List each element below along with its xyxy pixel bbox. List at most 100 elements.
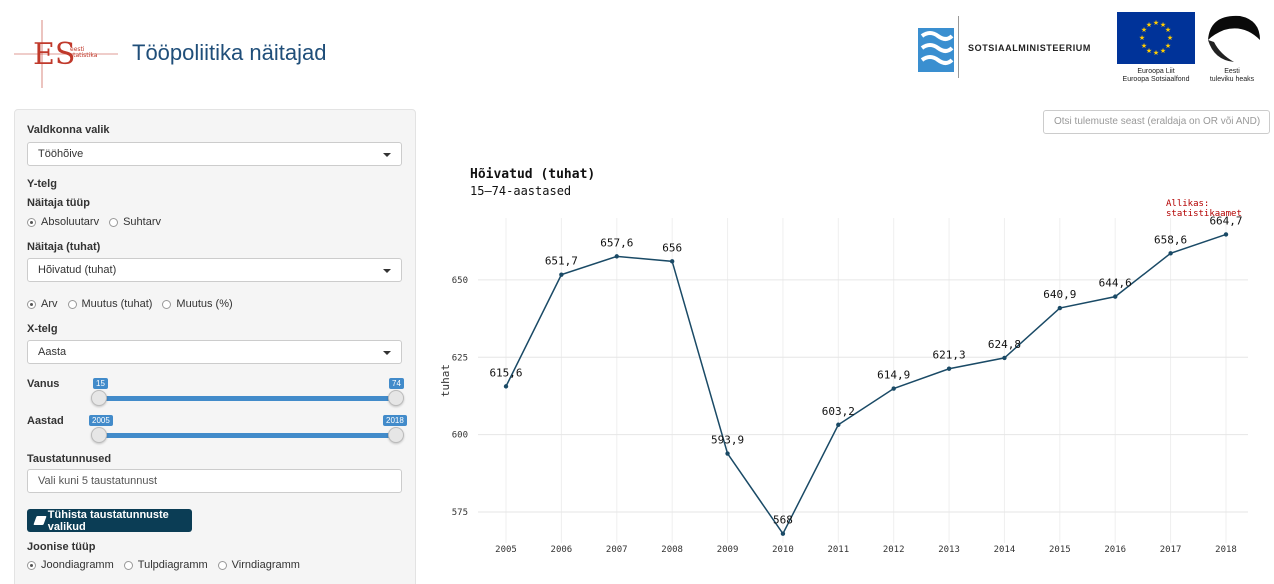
background-input[interactable]: Vali kuni 5 taustatunnust [27, 469, 402, 493]
radio-bar-chart[interactable]: Tulpdiagramm [123, 559, 208, 571]
age-label: Vanus [27, 378, 60, 390]
radio-dot-icon [123, 560, 133, 570]
radio-change-thousand[interactable]: Muutus (tuhat) [67, 298, 153, 310]
svg-text:★: ★ [1146, 21, 1152, 29]
radio-absolute[interactable]: Absoluutarv [27, 216, 99, 228]
radio-line-chart-label: Joondiagramm [41, 559, 114, 571]
eraser-icon [33, 516, 47, 525]
data-point [503, 384, 509, 389]
radio-relative-label: Suhtarv [123, 216, 162, 228]
x-axis-select-value: Aasta [38, 346, 67, 358]
radio-change-thousand-label: Muutus (tuhat) [81, 298, 153, 310]
data-point [1057, 305, 1063, 311]
ee-caption: Eesti tuleviku heaks [1200, 68, 1264, 84]
domain-select[interactable]: Tööhõive [27, 142, 402, 166]
data-label: 644,6 [1099, 277, 1132, 290]
svg-text:★: ★ [1141, 42, 1147, 50]
background-label: Taustatunnused [27, 453, 112, 465]
svg-text:★: ★ [1153, 49, 1159, 57]
years-max-badge: 2018 [383, 415, 407, 426]
y-tick-label: 625 [452, 353, 468, 363]
data-point [614, 254, 619, 259]
indicator-label: Näitaja (tuhat) [27, 241, 101, 253]
age-min-handle[interactable] [91, 390, 107, 406]
clear-background-label: Tühista taustatunnuste valikud [47, 508, 169, 533]
eu-flag-icon: ★ ★ ★ ★ ★ ★ ★ ★ ★ ★ ★ ★ [1117, 12, 1195, 64]
radio-stacked-chart[interactable]: Virndiagramm [217, 559, 300, 571]
x-tick-label: 2009 [717, 545, 739, 555]
data-point [725, 451, 730, 456]
statistics-estonia-logo: ES eesti statistika [14, 20, 118, 88]
eu-caption: Euroopa Liit Euroopa Sotsiaalfond [1110, 68, 1202, 84]
x-axis-select[interactable]: Aasta [27, 340, 402, 364]
clear-background-button[interactable]: Tühista taustatunnuste valikud [27, 508, 192, 533]
data-point [669, 259, 675, 264]
x-tick-label: 2012 [883, 545, 905, 555]
indicator-type-label: Näitaja tüüp [27, 197, 90, 209]
age-max-handle[interactable] [388, 390, 404, 406]
results-search-input[interactable]: Otsi tulemuste seast (eraldaja on OR või… [1043, 110, 1270, 134]
chart-type-label: Joonise tüüp [27, 541, 96, 553]
indicator-type-radios: Absoluutarv Suhtarv [27, 216, 171, 228]
eu-caption-line1: Euroopa Liit [1137, 68, 1175, 75]
radio-change-percent[interactable]: Muutus (%) [162, 298, 233, 310]
data-label: 615,6 [489, 366, 522, 379]
data-point [1168, 251, 1173, 256]
radio-dot-icon [27, 217, 36, 227]
radio-count-label: Arv [41, 298, 58, 310]
ministry-divider [958, 16, 959, 78]
x-tick-label: 2013 [938, 545, 960, 555]
radio-change-percent-label: Muutus (%) [176, 298, 233, 310]
data-point [836, 422, 841, 427]
svg-text:★: ★ [1153, 19, 1159, 27]
x-tick-label: 2010 [772, 545, 794, 555]
radio-count[interactable]: Arv [27, 298, 58, 310]
age-slider-track[interactable] [99, 396, 397, 401]
data-point [891, 386, 896, 391]
chart-title: Hõivatud (tuhat) [470, 167, 596, 182]
radio-dot-icon [162, 299, 172, 309]
measure-radios: Arv Muutus (tuhat) Muutus (%) [27, 298, 243, 310]
svg-text:★: ★ [1160, 47, 1166, 55]
indicator-select[interactable]: Hõivatud (tuhat) [27, 258, 402, 282]
data-label: 651,7 [545, 255, 578, 268]
years-max-handle[interactable] [388, 427, 404, 443]
data-label: 658,6 [1154, 233, 1187, 246]
x-tick-label: 2018 [1215, 545, 1237, 555]
data-label: 614,9 [877, 369, 910, 382]
years-slider-track[interactable] [99, 433, 397, 438]
ministry-name: SOTSIAALMINISTEERIUM [968, 43, 1092, 53]
radio-line-chart[interactable]: Joondiagramm [27, 559, 114, 571]
line-chart: 575 600 625 650 2005 2006 2007 2008 2009 2010 2011… [439, 214, 1248, 555]
svg-text:★: ★ [1165, 26, 1171, 34]
x-tick-label: 2017 [1160, 545, 1182, 555]
domain-label: Valdkonna valik [27, 124, 110, 136]
data-point [1223, 232, 1229, 237]
x-axis-label: X-telg [27, 323, 58, 335]
radio-stacked-chart-label: Virndiagramm [231, 559, 300, 571]
data-point [1002, 355, 1007, 361]
years-min-handle[interactable] [91, 427, 107, 443]
chevron-down-icon [383, 153, 391, 157]
x-tick-label: 2005 [495, 545, 517, 555]
data-label: 568 [773, 514, 793, 527]
chevron-down-icon [383, 269, 391, 273]
data-point [946, 366, 952, 371]
radio-relative[interactable]: Suhtarv [109, 216, 161, 228]
domain-select-value: Tööhõive [38, 148, 84, 160]
data-point [780, 531, 786, 536]
data-label: 624,8 [988, 338, 1021, 351]
data-label: 640,9 [1043, 288, 1076, 301]
eu-stars: ★ ★★ ★★★ ★★★ ★★★ [1139, 19, 1173, 57]
data-label: 593,9 [711, 434, 744, 447]
data-point [1113, 294, 1118, 299]
sidebar-panel: Valdkonna valik Tööhõive Y-telg Näitaja … [14, 109, 416, 584]
x-tick-label: 2015 [1049, 545, 1071, 555]
y-tick-label: 600 [452, 431, 468, 441]
radio-dot-icon [67, 299, 77, 309]
radio-dot-icon [109, 217, 119, 227]
data-label: 621,3 [933, 349, 966, 362]
radio-absolute-label: Absoluutarv [41, 216, 100, 228]
x-tick-label: 2014 [994, 545, 1016, 555]
eu-caption-line2: Euroopa Sotsiaalfond [1122, 76, 1190, 83]
